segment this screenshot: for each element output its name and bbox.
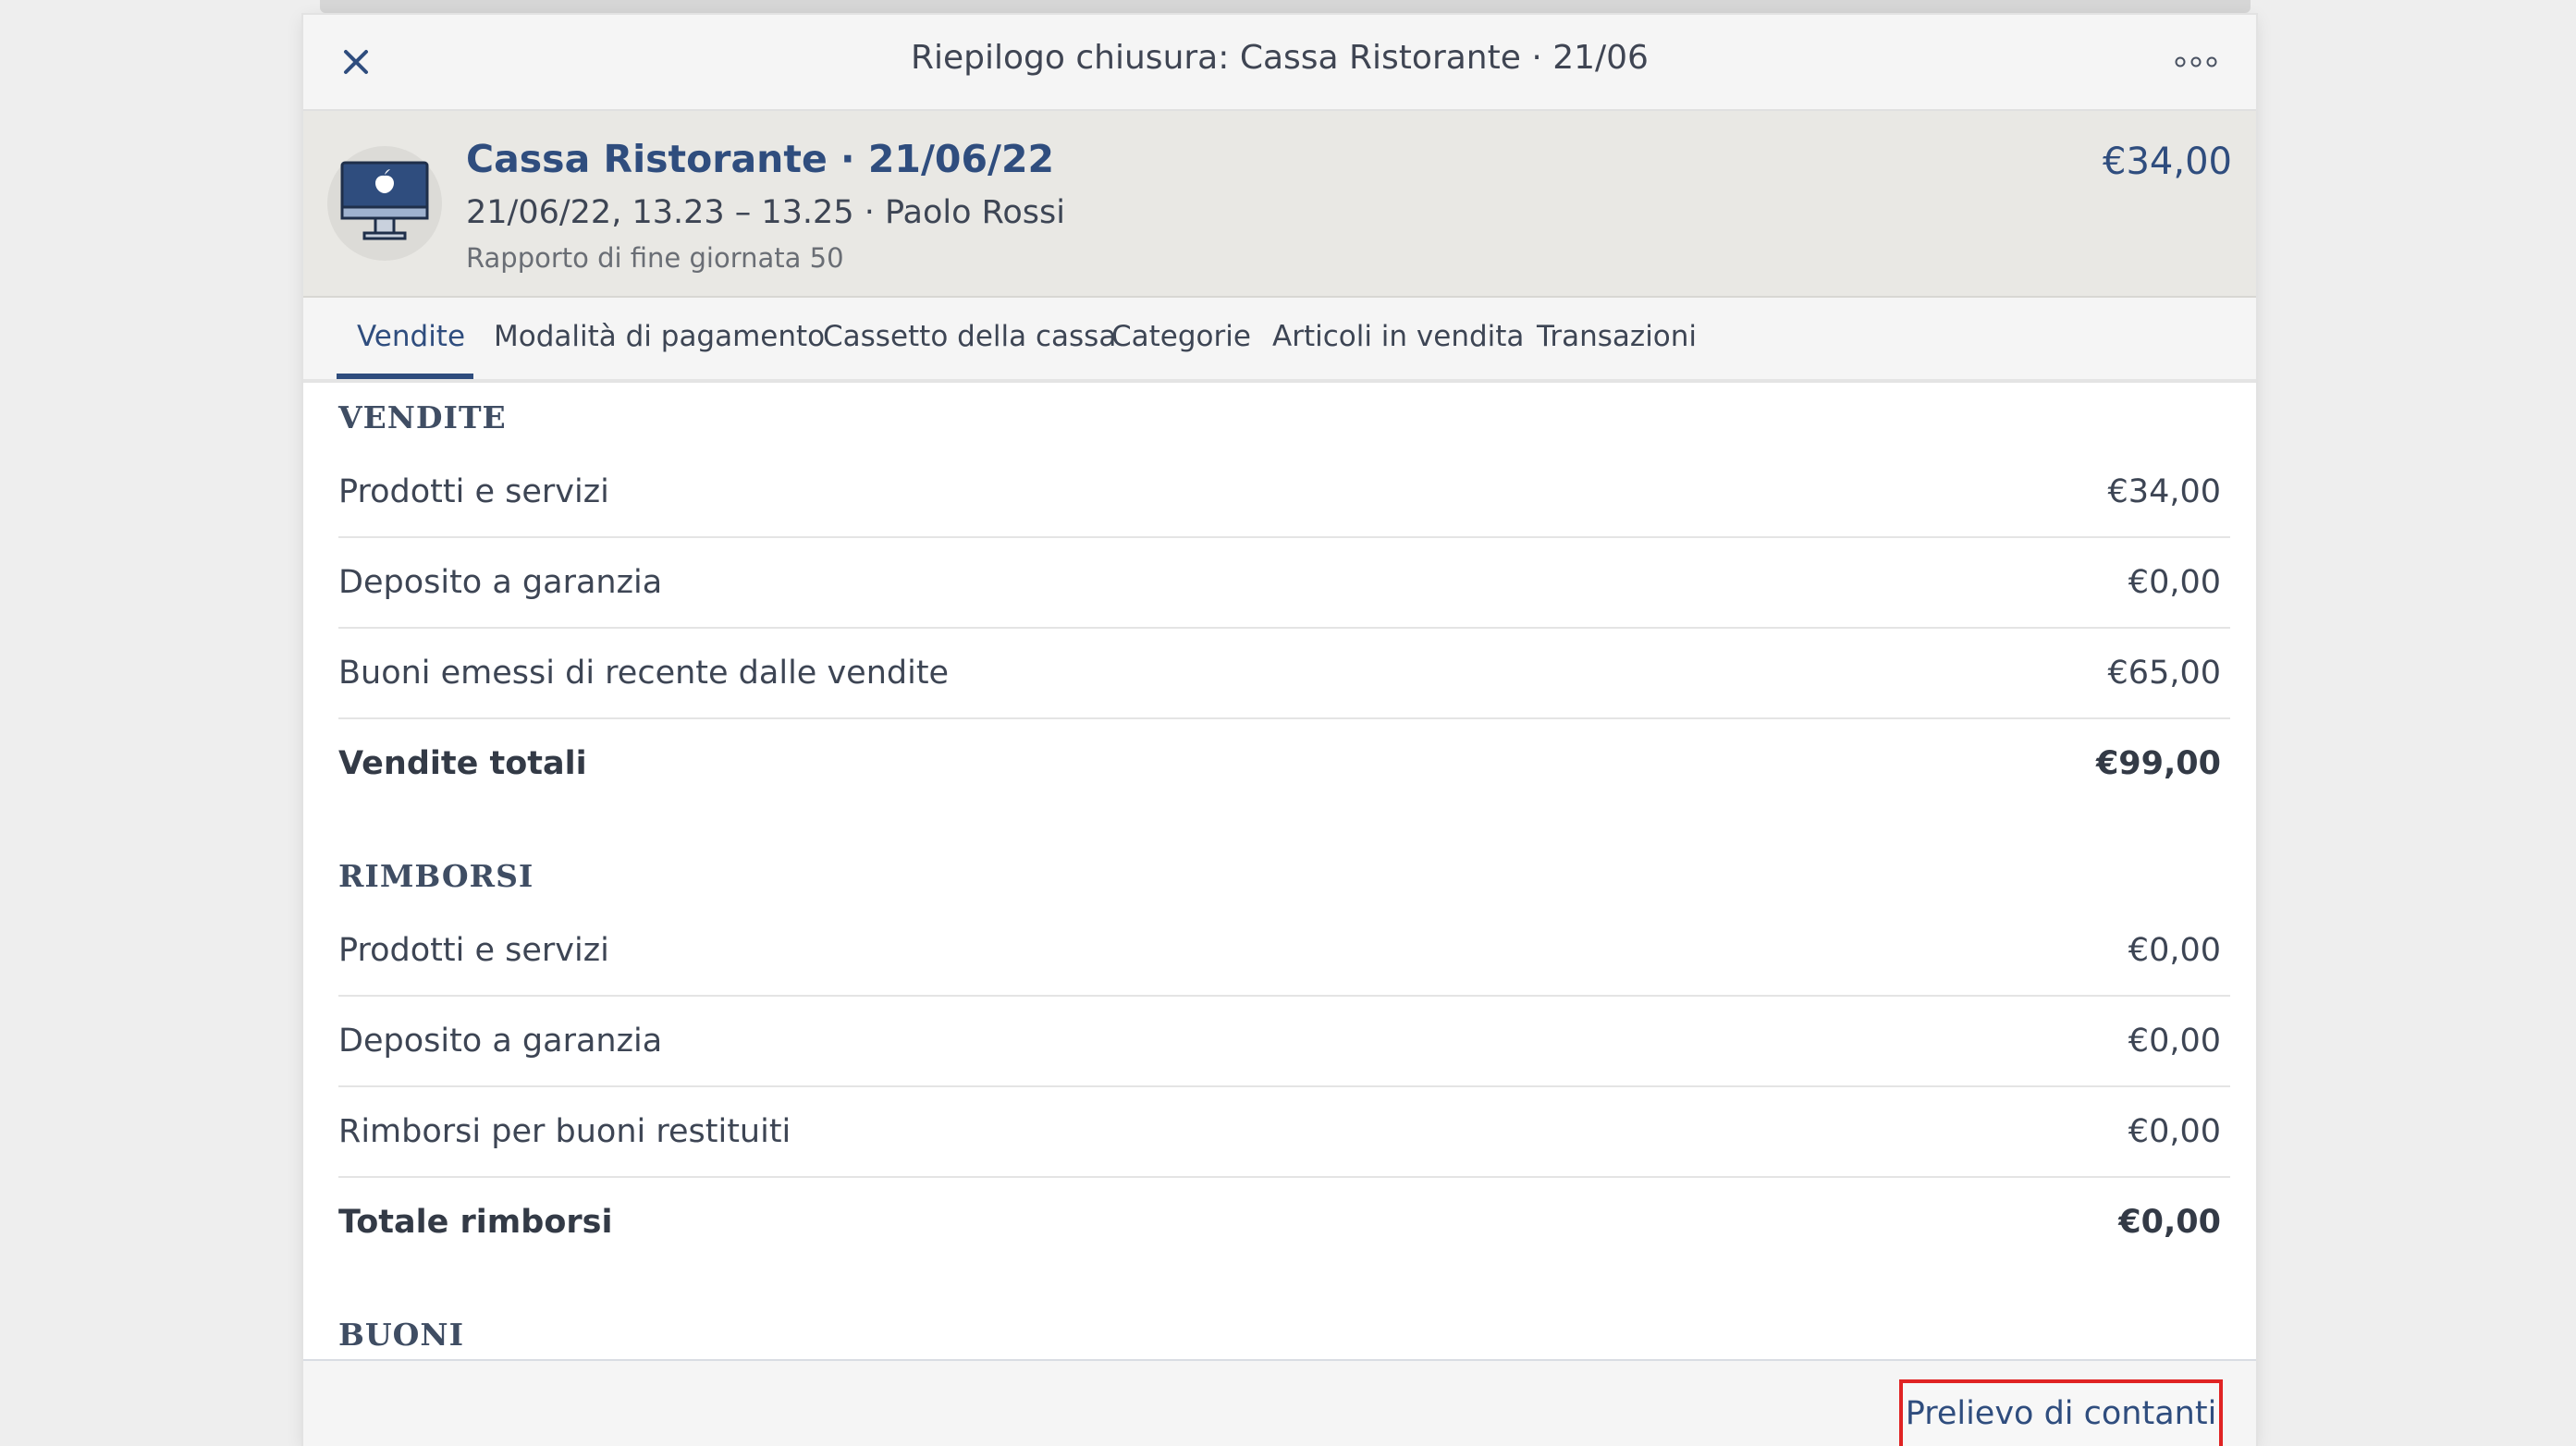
row-value: €65,00 [2107, 655, 2221, 692]
row-label: Rimborsi per buoni restituiti [338, 1113, 791, 1150]
total-label: Totale rimborsi [338, 1204, 613, 1241]
tab-categorie[interactable]: Categorie [1111, 320, 1251, 353]
summary-content[interactable]: VENDITE Prodotti e servizi €34,00 Deposi… [303, 383, 2256, 1361]
row-label: Prodotti e servizi [338, 932, 609, 969]
section-heading-rimborsi: RIMBORSI [338, 858, 534, 894]
total-value: €99,00 [2095, 745, 2221, 782]
row-value: €34,00 [2107, 473, 2221, 510]
more-options-icon[interactable] [2173, 50, 2219, 74]
modal-topbar: Riepilogo chiusura: Cassa Ristorante · 2… [303, 15, 2256, 111]
register-time-user: 21/06/22, 13.23 – 13.25 · Paolo Rossi [466, 194, 1065, 231]
row-value: €0,00 [2128, 1113, 2221, 1150]
row-label: Deposito a garanzia [338, 1023, 663, 1060]
tab-articoli-in-vendita[interactable]: Articoli in vendita [1272, 320, 1524, 353]
register-header: Cassa Ristorante · 21/06/22 21/06/22, 13… [303, 111, 2256, 298]
register-title: Cassa Ristorante · 21/06/22 [466, 137, 1055, 181]
table-row: Rimborsi per buoni restituiti €0,00 [338, 1087, 2230, 1178]
tab-cassetto-cassa[interactable]: Cassetto della cassa [823, 320, 1116, 353]
modal-footer: Prelievo di contanti [303, 1359, 2256, 1446]
modal-title: Riepilogo chiusura: Cassa Ristorante · 2… [911, 39, 1649, 77]
tab-vendite[interactable]: Vendite [357, 320, 465, 353]
table-row: Prodotti e servizi €34,00 [338, 447, 2230, 538]
closing-summary-modal: Riepilogo chiusura: Cassa Ristorante · 2… [303, 15, 2256, 1446]
section-heading-buoni: BUONI [338, 1317, 465, 1353]
row-label: Buoni emessi di recente dalle vendite [338, 655, 950, 692]
total-row: Totale rimborsi €0,00 [338, 1178, 2230, 1267]
total-value: €0,00 [2118, 1204, 2221, 1241]
tab-modalita-pagamento[interactable]: Modalità di pagamento [494, 320, 825, 353]
report-number: Rapporto di fine giornata 50 [466, 242, 844, 274]
section-heading-vendite: VENDITE [338, 399, 507, 435]
table-row: Buoni emessi di recente dalle vendite €6… [338, 629, 2230, 719]
table-row: Prodotti e servizi €0,00 [338, 906, 2230, 997]
row-label: Prodotti e servizi [338, 473, 609, 510]
table-row: Deposito a garanzia €0,00 [338, 997, 2230, 1087]
desktop-computer-icon [327, 146, 442, 261]
total-label: Vendite totali [338, 745, 587, 782]
cash-withdrawal-button[interactable]: Prelievo di contanti [1899, 1379, 2223, 1446]
row-label: Deposito a garanzia [338, 564, 663, 601]
row-value: €0,00 [2128, 564, 2221, 601]
background-window-edge [320, 0, 2251, 13]
active-tab-indicator [337, 374, 473, 379]
tab-bar: Vendite Modalità di pagamento Cassetto d… [303, 298, 2256, 385]
row-value: €0,00 [2128, 1023, 2221, 1060]
table-row: Deposito a garanzia €0,00 [338, 538, 2230, 629]
tab-transazioni[interactable]: Transazioni [1537, 320, 1697, 353]
register-amount: €34,00 [2103, 141, 2232, 183]
total-row: Vendite totali €99,00 [338, 719, 2230, 808]
row-value: €0,00 [2128, 932, 2221, 969]
